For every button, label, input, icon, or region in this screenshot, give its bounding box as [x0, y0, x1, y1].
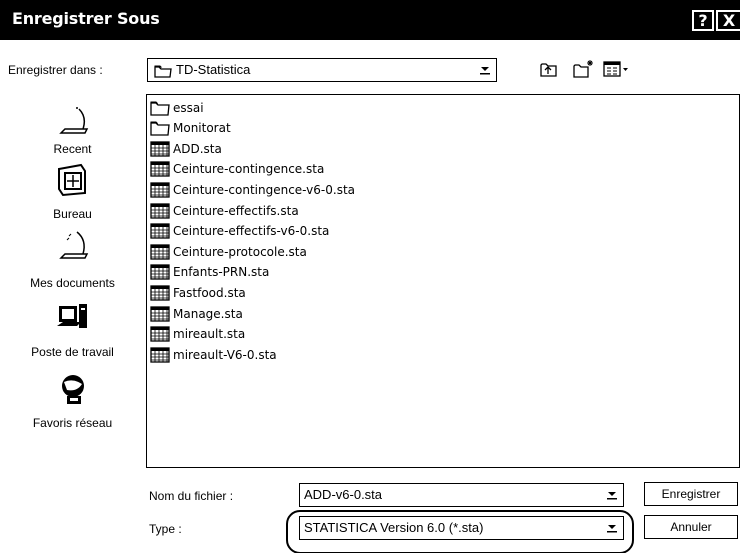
filename-input[interactable]: ADD-v6-0.sta [299, 483, 624, 507]
title-bar[interactable]: Enregistrer Sous ? X [0, 0, 740, 40]
file-name: Ceinture-effectifs-v6-0.sta [173, 224, 330, 239]
place-computer[interactable]: Poste de travail [0, 298, 145, 362]
save-in-dropdown[interactable]: TD-Statistica [147, 58, 497, 82]
file-name: Ceinture-effectifs.sta [173, 203, 299, 218]
list-item[interactable]: mireault-V6-0.sta [150, 345, 277, 364]
computer-icon [57, 304, 87, 328]
filename-label: Nom du fichier : [149, 489, 234, 503]
chevron-down-icon[interactable] [605, 487, 619, 501]
sta-file-icon [150, 141, 170, 157]
sta-file-icon [150, 264, 170, 280]
file-name: Fastfood.sta [173, 285, 246, 300]
sta-file-icon [150, 326, 170, 342]
file-name: Enfants-PRN.sta [173, 265, 270, 280]
highlight-ellipse [286, 510, 634, 553]
sta-file-icon [150, 202, 170, 219]
view-menu-icon[interactable] [603, 61, 629, 78]
file-name: ADD.sta [173, 141, 222, 156]
file-name: Manage.sta [173, 306, 243, 321]
filename-value: ADD-v6-0.sta [304, 487, 383, 502]
place-label: Mes documents [30, 276, 115, 290]
file-name: mireault.sta [173, 327, 246, 342]
save-as-dialog: Enregistrer Sous ? X Enregistrer dans : … [0, 0, 740, 553]
close-button[interactable]: X [716, 10, 740, 31]
list-item[interactable]: Ceinture-effectifs-v6-0.sta [150, 222, 329, 241]
list-item[interactable]: Ceinture-protocole.sta [150, 242, 307, 261]
list-item[interactable]: Enfants-PRN.sta [150, 263, 269, 282]
list-item[interactable]: mireault.sta [150, 325, 245, 344]
list-item[interactable]: Monitorat [150, 119, 231, 138]
list-item[interactable]: essai [150, 98, 204, 117]
network-icon [62, 375, 84, 404]
list-item[interactable]: Ceinture-contingence-v6-0.sta [150, 180, 355, 199]
place-documents[interactable]: Mes documents [0, 228, 145, 292]
window-title: Enregistrer Sous [12, 9, 160, 28]
recent-icon [59, 107, 89, 134]
file-name: Ceinture-contingence.sta [173, 162, 325, 177]
cancel-button[interactable]: Annuler [644, 515, 738, 539]
list-item[interactable]: Manage.sta [150, 304, 243, 323]
file-list[interactable]: essai Monitorat ADD.sta Ceinture-contingenc… [146, 94, 740, 468]
file-name: essai [173, 100, 204, 115]
sta-file-icon [150, 161, 170, 177]
type-label: Type : [149, 522, 182, 536]
place-label: Poste de travail [31, 345, 114, 359]
file-name: Monitorat [173, 121, 231, 136]
save-button[interactable]: Enregistrer [644, 482, 738, 506]
folder-icon [150, 120, 170, 136]
place-network[interactable]: Favoris réseau [0, 370, 145, 434]
chevron-down-icon[interactable] [478, 62, 492, 76]
place-label: Bureau [53, 207, 92, 221]
list-item[interactable]: Ceinture-effectifs.sta [150, 201, 299, 220]
folder-icon [154, 65, 172, 78]
new-folder-icon[interactable] [573, 59, 595, 79]
folder-icon [150, 100, 170, 116]
sta-file-icon [150, 223, 170, 239]
place-label: Recent [53, 142, 92, 156]
file-name: mireault-V6-0.sta [173, 347, 277, 362]
place-label: Favoris réseau [32, 416, 113, 430]
save-in-value: TD-Statistica [176, 62, 251, 77]
sta-file-icon [150, 285, 170, 301]
sta-file-icon [150, 305, 170, 322]
save-in-label: Enregistrer dans : [8, 63, 103, 77]
file-name: Ceinture-protocole.sta [173, 244, 307, 259]
file-name: Ceinture-contingence-v6-0.sta [173, 182, 356, 197]
sta-file-icon [150, 182, 170, 198]
documents-icon [59, 231, 89, 259]
up-folder-icon[interactable] [540, 61, 558, 78]
list-item[interactable]: Ceinture-contingence.sta [150, 160, 324, 179]
sta-file-icon [150, 347, 170, 363]
place-recent[interactable]: Recent [0, 95, 145, 159]
places-bar: Recent Bureau Mes documents Poste de tra… [0, 95, 145, 455]
list-item[interactable]: Fastfood.sta [150, 283, 246, 302]
list-item[interactable]: ADD.sta [150, 139, 222, 158]
place-desktop[interactable]: Bureau [0, 163, 145, 227]
sta-file-icon [150, 244, 170, 260]
desktop-icon [58, 163, 86, 197]
help-button[interactable]: ? [692, 10, 714, 31]
